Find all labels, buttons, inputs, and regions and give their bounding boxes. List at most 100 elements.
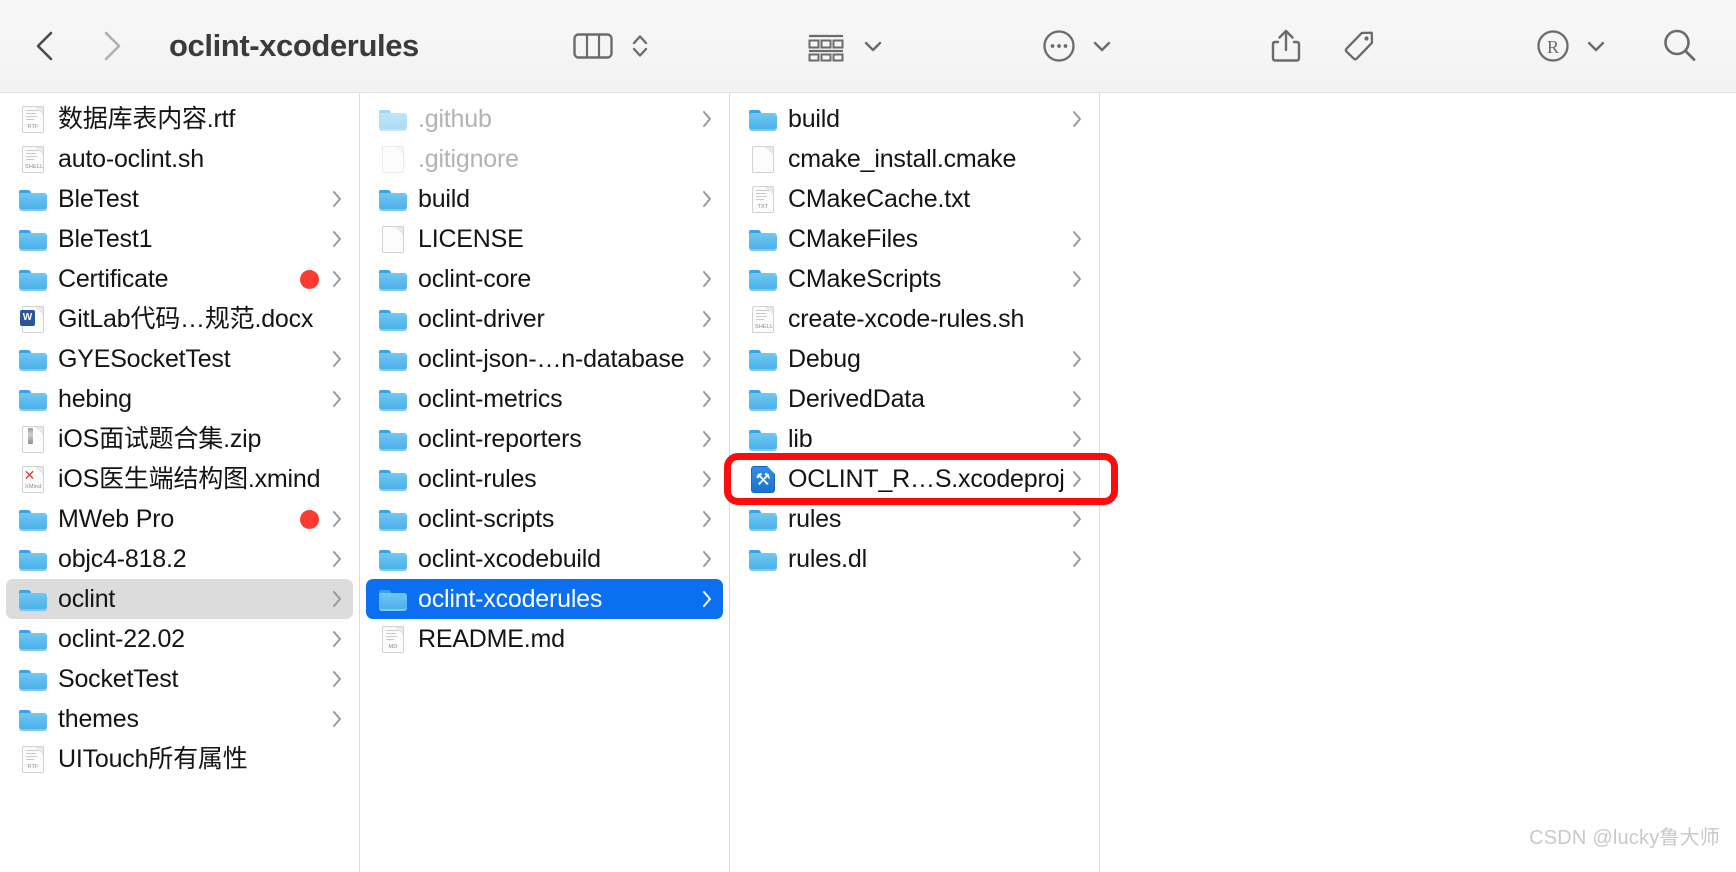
- file-row[interactable]: SHELL auto-oclint.sh: [6, 139, 353, 179]
- file-row[interactable]: oclint: [6, 579, 353, 619]
- file-row[interactable]: .github: [366, 99, 723, 139]
- column-view-button[interactable]: [571, 29, 615, 63]
- disclosure-chevron[interactable]: [699, 187, 715, 211]
- group-items-icon: [808, 34, 844, 62]
- file-row[interactable]: SHELL create-xcode-rules.sh: [736, 299, 1093, 339]
- back-button[interactable]: [24, 24, 64, 68]
- file-row[interactable]: oclint-json-…n-database: [366, 339, 723, 379]
- forward-button[interactable]: [92, 24, 132, 68]
- finder-column-1[interactable]: RTF 数据库表内容.rtf SHELL auto-oclint.sh BleTest B…: [0, 93, 360, 872]
- file-row[interactable]: oclint-xcoderules: [366, 579, 723, 619]
- file-row[interactable]: hebing: [6, 379, 353, 419]
- disclosure-chevron[interactable]: [699, 307, 715, 331]
- disclosure-chevron[interactable]: [329, 587, 345, 611]
- disclosure-chevron[interactable]: [699, 547, 715, 571]
- file-row[interactable]: oclint-reporters: [366, 419, 723, 459]
- file-row[interactable]: CMakeFiles: [736, 219, 1093, 259]
- disclosure-chevron[interactable]: [699, 587, 715, 611]
- group-items-button[interactable]: [803, 29, 849, 63]
- disclosure-chevron[interactable]: [329, 707, 345, 731]
- folder-icon: [379, 110, 407, 131]
- disclosure-chevron[interactable]: [1069, 507, 1085, 531]
- more-options-button[interactable]: [1090, 34, 1114, 58]
- file-row[interactable]: build: [366, 179, 723, 219]
- file-row[interactable]: GYESocketTest: [6, 339, 353, 379]
- disclosure-chevron[interactable]: [1069, 467, 1085, 491]
- view-stepper-button[interactable]: [629, 29, 651, 63]
- file-row[interactable]: TXT CMakeCache.txt: [736, 179, 1093, 219]
- file-row[interactable]: rules.dl: [736, 539, 1093, 579]
- search-button[interactable]: [1658, 24, 1702, 68]
- disclosure-chevron[interactable]: [329, 667, 345, 691]
- disclosure-chevron[interactable]: [329, 267, 345, 291]
- disclosure-chevron[interactable]: [329, 227, 345, 251]
- file-row[interactable]: oclint-rules: [366, 459, 723, 499]
- file-row[interactable]: rules: [736, 499, 1093, 539]
- group-options-button[interactable]: [861, 34, 885, 58]
- file-row[interactable]: build: [736, 99, 1093, 139]
- file-row[interactable]: RTF UITouch所有属性: [6, 739, 353, 779]
- disclosure-chevron[interactable]: [329, 547, 345, 571]
- file-row[interactable]: LICENSE: [366, 219, 723, 259]
- chevron-down-icon: [865, 41, 882, 52]
- file-row[interactable]: XMind ✕ iOS医生端结构图.xmind: [6, 459, 353, 499]
- disclosure-chevron[interactable]: [699, 507, 715, 531]
- file-row[interactable]: DerivedData: [736, 379, 1093, 419]
- file-row[interactable]: oclint-scripts: [366, 499, 723, 539]
- file-row[interactable]: oclint-driver: [366, 299, 723, 339]
- group-by-group: [803, 29, 885, 63]
- file-name-label: OCLINT_R…S.xcodeproj: [788, 465, 1065, 493]
- file-row[interactable]: ⚒ OCLINT_R…S.xcodeproj: [736, 459, 1093, 499]
- extension-button[interactable]: R: [1532, 25, 1574, 67]
- file-row[interactable]: Debug: [736, 339, 1093, 379]
- disclosure-chevron[interactable]: [329, 347, 345, 371]
- disclosure-chevron[interactable]: [699, 107, 715, 131]
- disclosure-chevron[interactable]: [1069, 547, 1085, 571]
- file-row[interactable]: CMakeScripts: [736, 259, 1093, 299]
- file-row[interactable]: MD README.md: [366, 619, 723, 659]
- file-row[interactable]: BleTest: [6, 179, 353, 219]
- disclosure-chevron[interactable]: [699, 467, 715, 491]
- file-row[interactable]: SocketTest: [6, 659, 353, 699]
- disclosure-chevron[interactable]: [1069, 387, 1085, 411]
- file-row[interactable]: objc4-818.2: [6, 539, 353, 579]
- file-row[interactable]: W GitLab代码…规范.docx: [6, 299, 353, 339]
- file-row[interactable]: MWeb Pro: [6, 499, 353, 539]
- file-row[interactable]: oclint-core: [366, 259, 723, 299]
- finder-window: oclint-xcoderules R RTF 数据库表内容.rtf SHELL…: [0, 0, 1736, 872]
- disclosure-chevron[interactable]: [1069, 267, 1085, 291]
- finder-column-3[interactable]: build cmake_install.cmake TXT CMakeCache.tx…: [730, 93, 1100, 872]
- disclosure-chevron[interactable]: [1069, 107, 1085, 131]
- file-row[interactable]: Certificate: [6, 259, 353, 299]
- finder-column-4-preview[interactable]: [1100, 93, 1736, 872]
- extension-options-button[interactable]: [1584, 34, 1608, 58]
- file-row[interactable]: BleTest1: [6, 219, 353, 259]
- file-row[interactable]: oclint-metrics: [366, 379, 723, 419]
- file-row[interactable]: RTF 数据库表内容.rtf: [6, 99, 353, 139]
- file-row[interactable]: lib: [736, 419, 1093, 459]
- file-name-label: BleTest1: [58, 225, 153, 253]
- disclosure-chevron[interactable]: [1069, 427, 1085, 451]
- file-row[interactable]: oclint-xcodebuild: [366, 539, 723, 579]
- disclosure-chevron[interactable]: [699, 347, 715, 371]
- file-row[interactable]: .gitignore: [366, 139, 723, 179]
- share-button[interactable]: [1266, 24, 1306, 68]
- disclosure-chevron[interactable]: [329, 627, 345, 651]
- finder-column-2[interactable]: .github .gitignore build LICENSE oclint-core…: [360, 93, 730, 872]
- disclosure-chevron[interactable]: [699, 267, 715, 291]
- disclosure-chevron[interactable]: [699, 427, 715, 451]
- disclosure-chevron[interactable]: [329, 507, 345, 531]
- file-row[interactable]: themes: [6, 699, 353, 739]
- more-button[interactable]: [1038, 25, 1080, 67]
- file-row[interactable]: iOS面试题合集.zip: [6, 419, 353, 459]
- disclosure-chevron[interactable]: [699, 387, 715, 411]
- disclosure-chevron[interactable]: [1069, 227, 1085, 251]
- file-icon: [748, 344, 778, 374]
- disclosure-chevron[interactable]: [1069, 347, 1085, 371]
- disclosure-chevron[interactable]: [329, 387, 345, 411]
- disclosure-chevron[interactable]: [329, 187, 345, 211]
- file-row[interactable]: cmake_install.cmake: [736, 139, 1093, 179]
- tag-button[interactable]: [1338, 25, 1380, 67]
- file-icon: [18, 624, 48, 654]
- file-row[interactable]: oclint-22.02: [6, 619, 353, 659]
